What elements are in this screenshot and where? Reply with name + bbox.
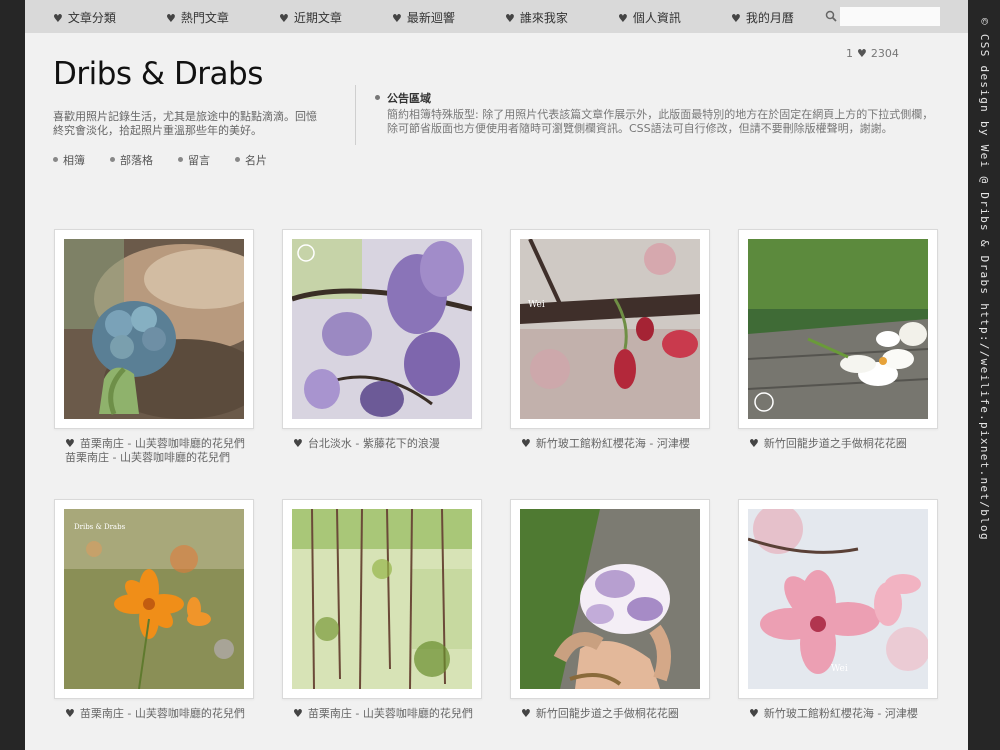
caption-text: 新竹玻工館粉紅櫻花海 - 河津櫻 [763,707,918,720]
photo-caption[interactable]: ♥ 新竹回龍步道之手做桐花花圈 [749,437,929,451]
header-divider [355,85,356,145]
caption-text: 台北淡水 - 紫藤花下的浪漫 [307,437,440,450]
link-blog[interactable]: 部落格 [110,152,153,168]
nav-item-popular[interactable]: ♥ 熱門文章 [166,9,229,26]
bullet-icon [235,157,240,162]
photo-card[interactable] [54,229,254,429]
photo-wisteria [292,239,472,419]
photo-caption[interactable]: ♥ 新竹回龍步道之手做桐花花圈 [521,707,701,721]
link-label: 名片 [245,154,267,167]
heart-icon: ♥ [857,47,867,60]
heart-icon: ♥ [166,12,176,25]
photo-cosmos: Dribs & Drabs [64,509,244,689]
heart-icon: ♥ [731,12,741,25]
heart-icon: ♥ [293,707,303,720]
bullet-icon [53,157,58,162]
notice-title-text: 公告區域 [387,92,431,105]
photo-watermark: Dribs & Drabs [74,523,126,531]
photo-card[interactable]: Dribs & Drabs [54,499,254,699]
nav-label: 個人資訊 [632,11,681,25]
notice-body: 簡約相簿特殊版型: 除了用照片代表該篇文章作展示外，此版面最特別的地方在於固定在… [387,108,934,135]
search-input[interactable] [840,7,940,26]
link-guestbook[interactable]: 留言 [178,152,210,168]
counter-left: 1 [846,47,853,60]
nav-item-profile[interactable]: ♥ 個人資訊 [618,9,681,26]
heart-icon: ♥ [392,12,402,25]
left-dark-border [0,0,25,750]
heart-icon: ♥ [749,707,759,720]
photo-hydrangea [64,239,244,419]
link-label: 部落格 [120,154,153,167]
top-nav: ♥ 文章分類 ♥ 熱門文章 ♥ 近期文章 ♥ 最新迴響 ♥ 誰來我家 ♥ 個人資訊 ♥ 我的月… [25,0,968,33]
page: ♥ 文章分類 ♥ 熱門文章 ♥ 近期文章 ♥ 最新迴響 ♥ 誰來我家 ♥ 個人資訊 ♥ 我的月… [25,0,968,750]
photo-cherry-buds: Wei [520,239,700,419]
bullet-icon [110,157,115,162]
heart-icon: ♥ [279,12,289,25]
caption-text: 新竹玻工館粉紅櫻花海 - 河津櫻 [535,437,690,450]
link-album[interactable]: 相簿 [53,152,85,168]
heart-icon: ♥ [749,437,759,450]
photo-caption[interactable]: ♥ 苗栗南庄 - 山芙蓉咖啡廳的花兒們苗栗南庄 - 山芙蓉咖啡廳的花兒們 [65,437,245,465]
photo-card[interactable]: Wei [510,229,710,429]
nav-label: 近期文章 [293,11,342,25]
photo-cherry-blossom: Wei [748,509,928,689]
blog-title[interactable]: Dribs & Drabs [53,56,263,92]
visit-counter: 1 ♥ 2304 [846,47,899,60]
link-label: 留言 [188,154,210,167]
heart-icon: ♥ [505,12,515,25]
photo-caption[interactable]: ♥ 新竹玻工館粉紅櫻花海 - 河津櫻 [749,707,929,721]
nav-label: 熱門文章 [180,11,229,25]
bullet-icon [375,95,380,100]
credit-text: © CSS design by Wei @ Dribs & Drabs http… [978,18,991,541]
photo-caption[interactable]: ♥ 台北淡水 - 紫藤花下的浪漫 [293,437,473,451]
nav-item-recent[interactable]: ♥ 近期文章 [279,9,342,26]
photo-card[interactable] [282,499,482,699]
photo-caption[interactable]: ♥ 苗栗南庄 - 山芙蓉咖啡廳的花兒們 [65,707,245,721]
photo-caption[interactable]: ♥ 新竹玻工館粉紅櫻花海 - 河津櫻 [521,437,701,451]
link-label: 相簿 [63,154,85,167]
caption-text: 苗栗南庄 - 山芙蓉咖啡廳的花兒們 [307,707,473,720]
nav-label: 最新迴響 [406,11,455,25]
nav-label: 誰來我家 [519,11,568,25]
photo-card[interactable] [282,229,482,429]
counter-right: 2304 [870,47,899,60]
nav-item-categories[interactable]: ♥ 文章分類 [53,9,116,26]
heart-icon: ♥ [618,12,628,25]
photo-hands-flower [520,509,700,689]
caption-text: 苗栗南庄 - 山芙蓉咖啡廳的花兒們 [79,707,245,720]
heart-icon: ♥ [293,437,303,450]
photo-watermark: Wei [831,664,848,674]
nav-label: 我的月曆 [745,11,794,25]
header-links: 相簿 部落格 留言 名片 [53,152,292,168]
nav-item-visitors[interactable]: ♥ 誰來我家 [505,9,568,26]
photo-caption[interactable]: ♥ 苗栗南庄 - 山芙蓉咖啡廳的花兒們 [293,707,473,721]
notice-title: 公告區域 [375,90,431,106]
link-card[interactable]: 名片 [235,152,267,168]
heart-icon: ♥ [53,12,63,25]
photo-vines [292,509,472,689]
heart-icon: ♥ [65,437,75,450]
photo-card[interactable]: Wei [738,499,938,699]
caption-text: 苗栗南庄 - 山芙蓉咖啡廳的花兒們苗栗南庄 - 山芙蓉咖啡廳的花兒們 [65,437,245,464]
photo-card[interactable] [738,229,938,429]
nav-item-comments[interactable]: ♥ 最新迴響 [392,9,455,26]
photo-tung-flower [748,239,928,419]
photo-card[interactable] [510,499,710,699]
bullet-icon [178,157,183,162]
heart-icon: ♥ [65,707,75,720]
nav-item-calendar[interactable]: ♥ 我的月曆 [731,9,794,26]
blog-description: 喜歡用照片記錄生活，尤其是旅途中的點點滴滴。回憶終究會淡化，拾起照片重溫那些年的… [53,110,317,137]
heart-icon: ♥ [521,707,531,720]
search-icon[interactable] [825,10,837,22]
caption-text: 新竹回龍步道之手做桐花花圈 [763,437,907,450]
nav-label: 文章分類 [67,11,116,25]
heart-icon: ♥ [521,437,531,450]
photo-watermark: Wei [528,300,545,310]
caption-text: 新竹回龍步道之手做桐花花圈 [535,707,679,720]
